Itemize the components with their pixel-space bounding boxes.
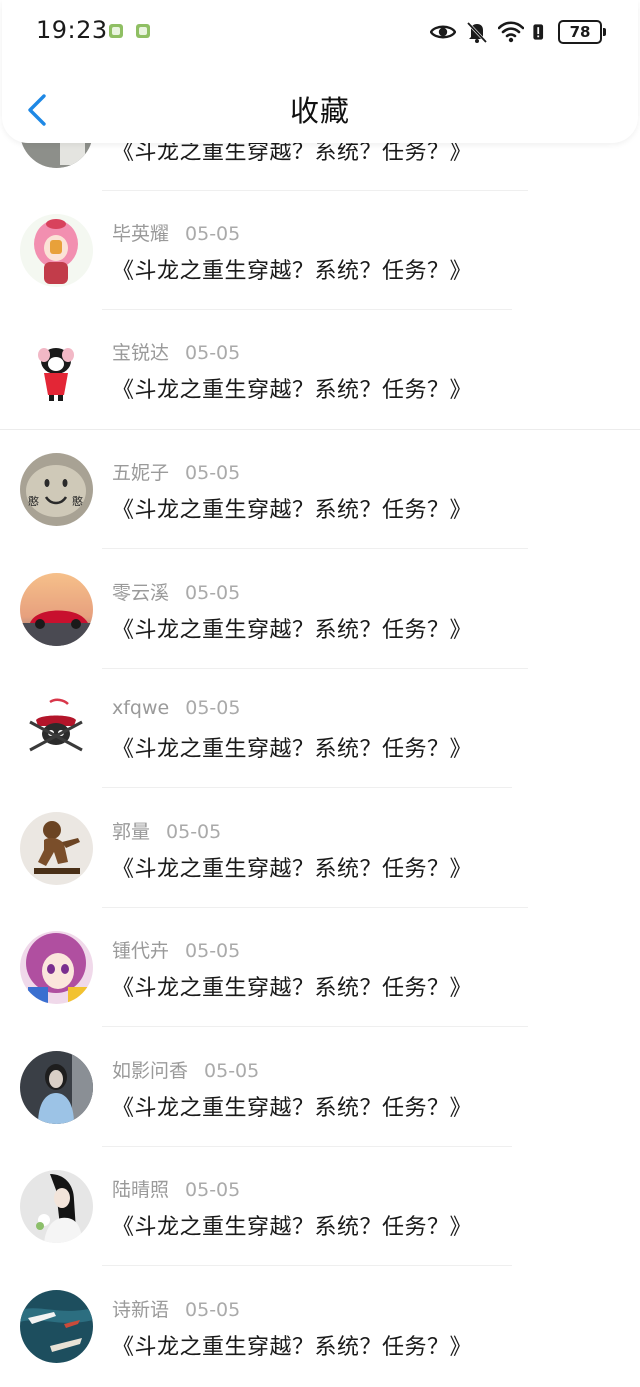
avatar: [20, 214, 93, 287]
list-item[interactable]: 陆晴照 05-05 《斗龙之重生穿越？系统？任务？》: [0, 1147, 640, 1266]
page-title: 收藏: [289, 94, 350, 128]
avatar: [20, 931, 93, 1004]
item-title: 《斗龙之重生穿越？系统？任务？》: [112, 618, 473, 643]
notification-app-icon: [136, 24, 150, 38]
item-meta: 诗新语 05-05: [112, 1295, 240, 1322]
list-item[interactable]: 宝锐达 05-05 《斗龙之重生穿越？系统？任务？》: [0, 310, 640, 429]
item-user: 五妮子: [112, 462, 170, 484]
avatar: [20, 692, 93, 765]
svg-text:憨: 憨: [28, 494, 39, 508]
item-date: 05-05: [185, 582, 241, 604]
item-title: 《斗龙之重生穿越？系统？任务？》: [112, 1215, 473, 1240]
avatar: [20, 812, 93, 885]
avatar: [20, 1290, 93, 1363]
avatar: 憨 憨: [20, 453, 93, 526]
item-title: 《斗龙之重生穿越？系统？任务？》: [112, 259, 473, 284]
item-meta: 如影问香 05-05: [112, 1056, 259, 1083]
header-card: 19:23 78 收藏: [2, 0, 638, 143]
item-date: 05-05: [185, 462, 241, 484]
item-meta: 五妮子 05-05: [112, 458, 240, 485]
item-meta: 零云溪 05-05: [112, 578, 240, 605]
list-item[interactable]: 郭量 05-05 《斗龙之重生穿越？系统？任务？》: [0, 789, 640, 908]
list-item[interactable]: 零云溪 05-05 《斗龙之重生穿越？系统？任务？》: [0, 550, 640, 669]
item-user: 诗新语: [112, 1299, 170, 1321]
bell-off-icon: [466, 21, 488, 44]
item-date: 05-05: [204, 1060, 260, 1082]
item-title: 《斗龙之重生穿越？系统？任务？》: [112, 498, 473, 523]
avatar: [20, 1051, 93, 1124]
divider: [102, 1026, 528, 1027]
status-bar: 19:23 78: [2, 0, 638, 64]
item-user: 陆晴照: [112, 1179, 170, 1201]
battery-icon: 78: [558, 20, 606, 44]
list-item[interactable]: 毕英耀 05-05 《斗龙之重生穿越？系统？任务？》: [0, 191, 640, 310]
item-user: 零云溪: [112, 582, 170, 604]
item-user: 宝锐达: [112, 342, 170, 364]
item-title: 《斗龙之重生穿越？系统？任务？》: [112, 857, 473, 882]
item-meta: 毕英耀 05-05: [112, 219, 240, 246]
item-title: 《斗龙之重生穿越？系统？任务？》: [112, 737, 473, 762]
item-title: 《斗龙之重生穿越？系统？任务？》: [112, 378, 473, 403]
item-date: 05-05: [185, 342, 241, 364]
item-title: 《斗龙之重生穿越？系统？任务？》: [112, 1335, 473, 1360]
item-title: 《斗龙之重生穿越？系统？任务？》: [112, 976, 473, 1001]
divider: [102, 548, 528, 549]
divider: [102, 1265, 512, 1266]
avatar: [20, 333, 93, 406]
divider: [102, 787, 512, 788]
notification-app-icon: [109, 24, 123, 38]
eye-icon: [430, 25, 456, 39]
list-item[interactable]: 憨 憨 五妮子 05-05 《斗龙之重生穿越？系统？任务？》: [0, 430, 640, 549]
svg-text:憨: 憨: [72, 494, 83, 508]
item-meta: 陆晴照 05-05: [112, 1175, 240, 1202]
item-date: 05-05: [185, 1299, 241, 1321]
item-meta: 宝锐达 05-05: [112, 338, 240, 365]
item-meta: xfqwe 05-05: [112, 697, 240, 719]
list-item[interactable]: xfqwe 05-05 《斗龙之重生穿越？系统？任务？》: [0, 669, 640, 788]
title-bar: 收藏: [2, 70, 638, 144]
item-meta: 郭量 05-05: [112, 817, 221, 844]
item-date: 05-05: [185, 1179, 241, 1201]
item-user: 锺代卉: [112, 940, 170, 962]
status-time: 19:23: [36, 16, 108, 44]
alert-icon: [533, 24, 544, 40]
item-user: 郭量: [112, 821, 151, 843]
item-user: xfqwe: [112, 697, 170, 719]
list-item[interactable]: 如影问香 05-05 《斗龙之重生穿越？系统？任务？》: [0, 1028, 640, 1147]
list-item[interactable]: 诗新语 05-05 《斗龙之重生穿越？系统？任务？》: [0, 1267, 640, 1386]
item-date: 05-05: [185, 697, 241, 719]
wifi-icon: [498, 21, 524, 43]
item-date: 05-05: [185, 940, 241, 962]
status-icons: 78: [430, 18, 606, 46]
avatar: [20, 573, 93, 646]
list-item[interactable]: 锺代卉 05-05 《斗龙之重生穿越？系统？任务？》: [0, 908, 640, 1027]
avatar: [20, 1170, 93, 1243]
item-date: 05-05: [185, 223, 241, 245]
item-user: 如影问香: [112, 1060, 189, 1082]
item-date: 05-05: [166, 821, 222, 843]
item-title: 《斗龙之重生穿越？系统？任务？》: [112, 1096, 473, 1121]
item-meta: 锺代卉 05-05: [112, 936, 240, 963]
item-user: 毕英耀: [112, 223, 170, 245]
